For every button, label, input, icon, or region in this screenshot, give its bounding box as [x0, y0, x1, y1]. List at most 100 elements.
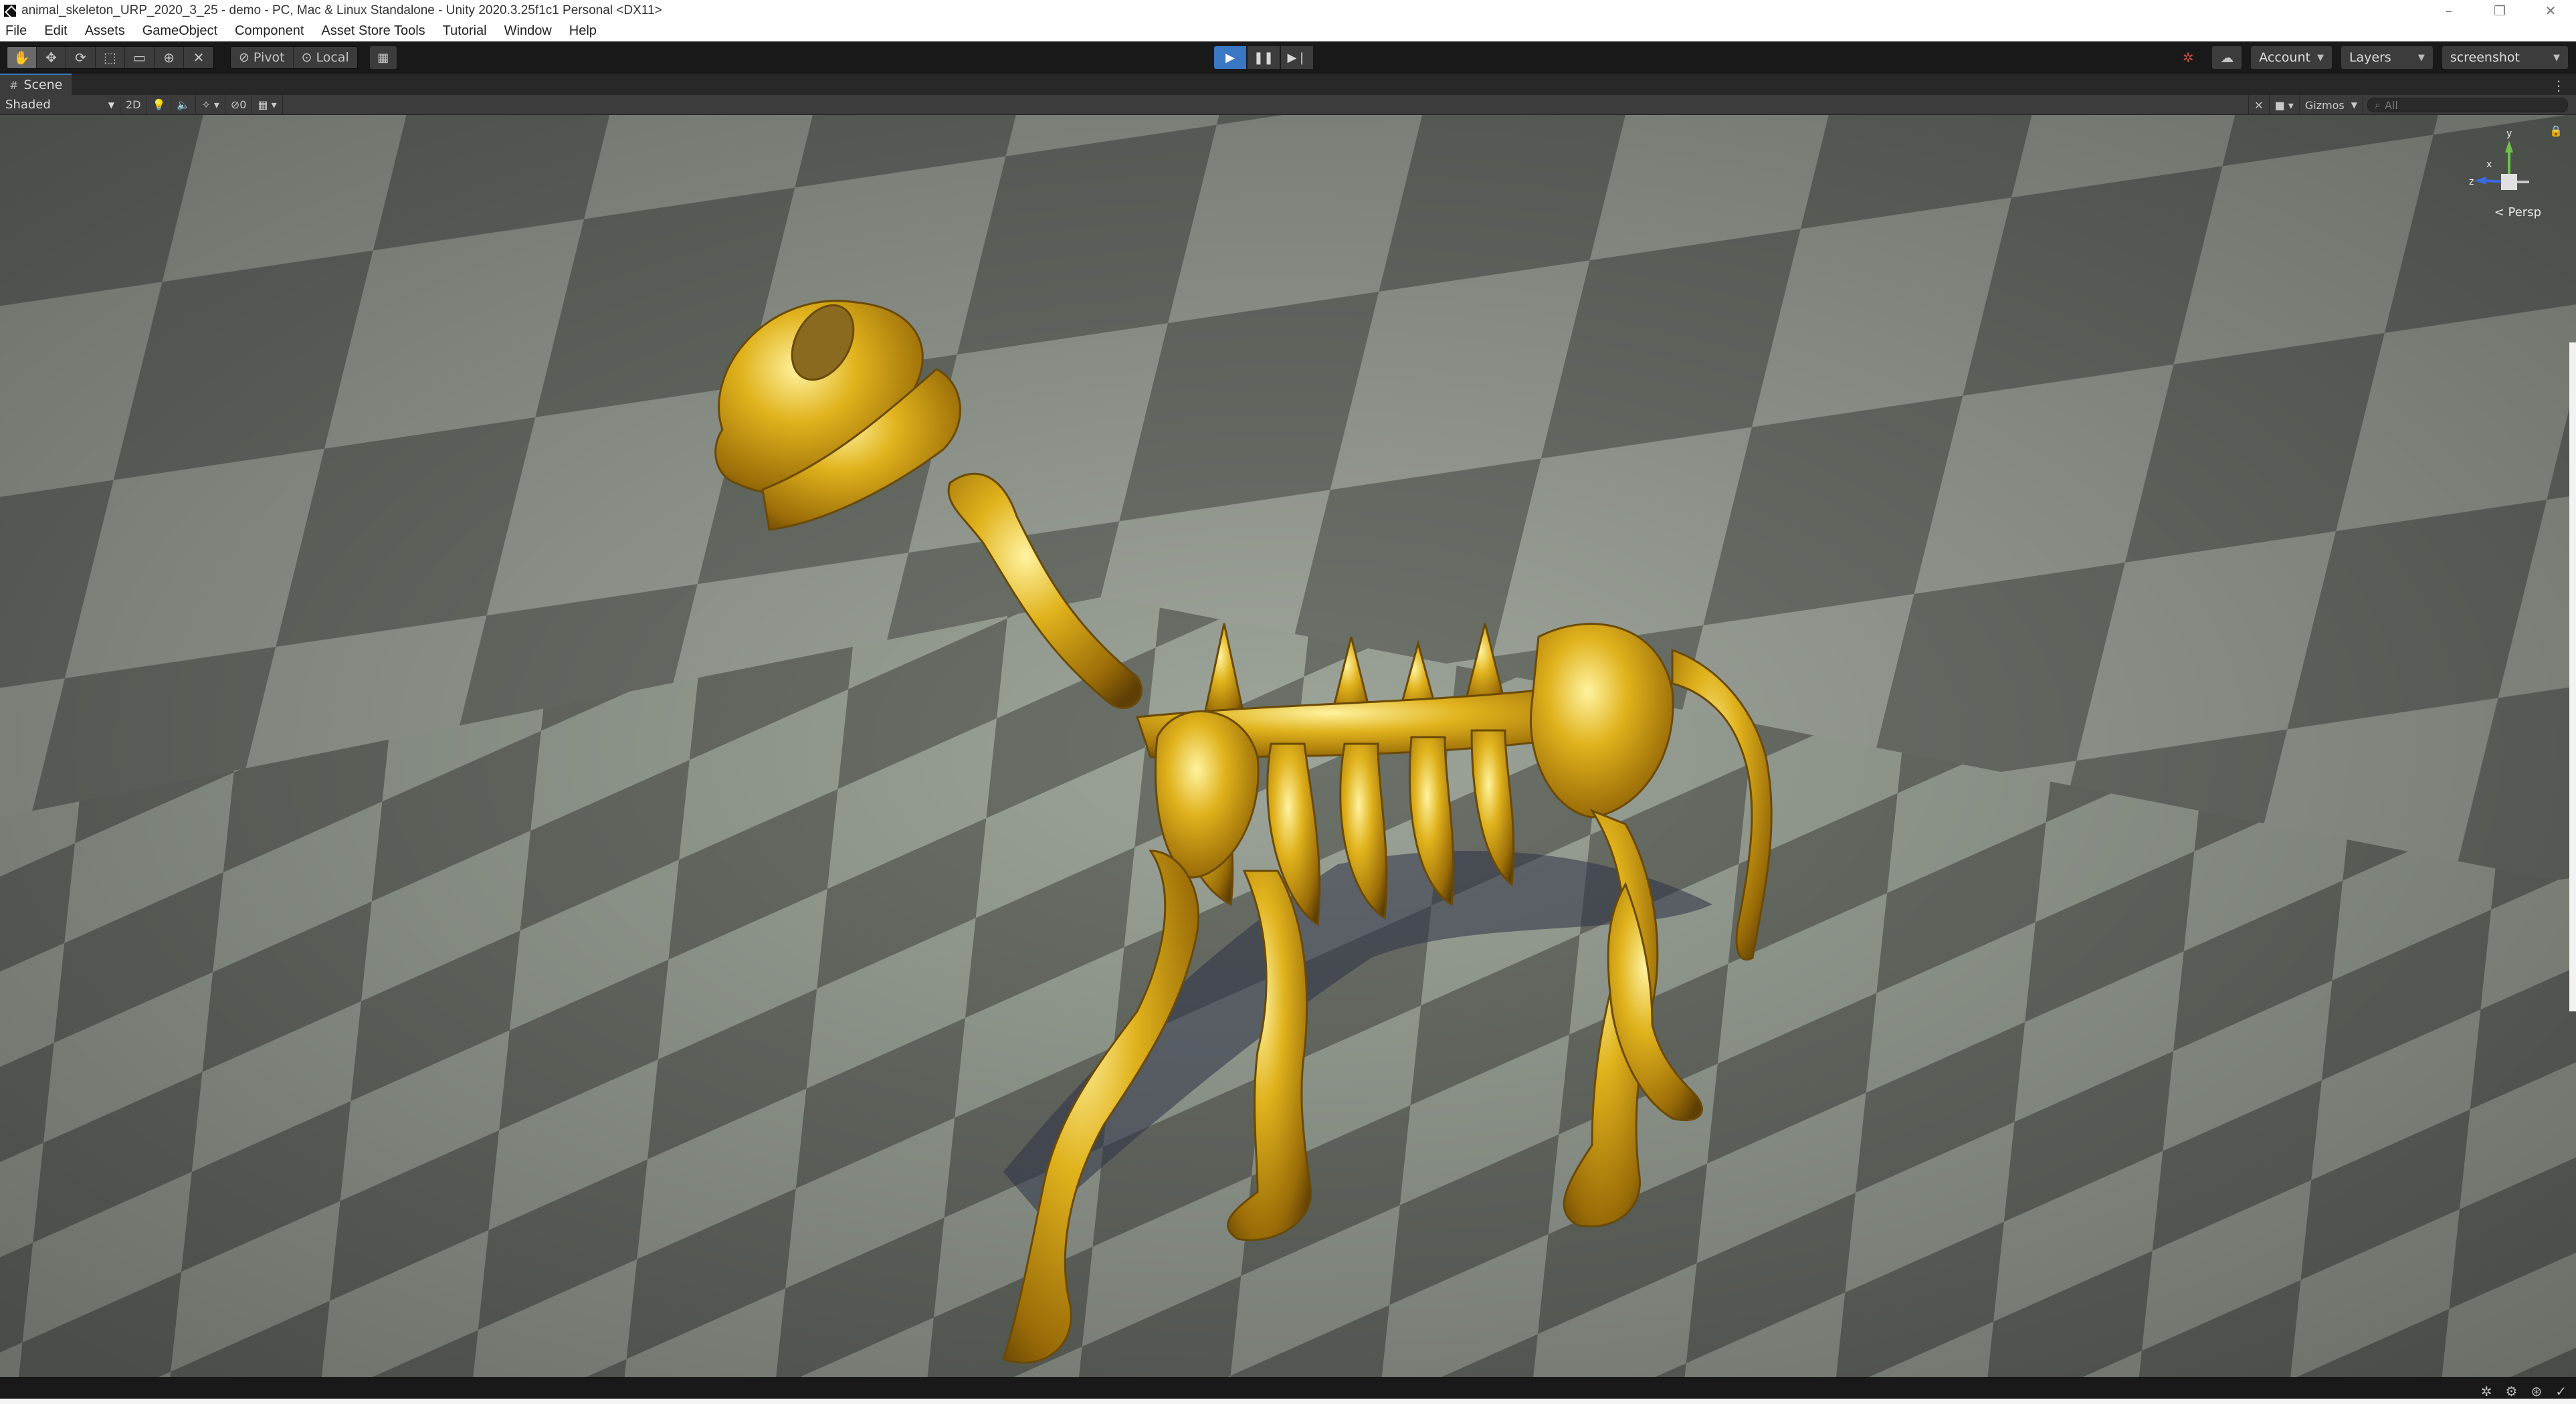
rotate-tool-button[interactable]: ⟳ — [66, 47, 96, 68]
menu-file[interactable]: File — [5, 23, 27, 39]
move-tool-button[interactable]: ✥ — [37, 47, 66, 68]
unity-logo-icon — [4, 5, 16, 17]
check-icon[interactable]: ✓ — [2555, 1383, 2567, 1399]
local-label: Local — [316, 50, 349, 65]
audio-toggle[interactable]: 🔈 — [171, 94, 197, 115]
menu-edit[interactable]: Edit — [44, 23, 67, 39]
menu-assets[interactable]: Assets — [85, 23, 125, 39]
step-button[interactable]: ▶❘ — [1281, 46, 1313, 69]
local-toggle[interactable]: ⊙ Local — [293, 47, 357, 68]
window-controls: – ❐ ✕ — [2423, 0, 2576, 21]
scale-tool-button[interactable]: ⬚ — [96, 47, 125, 68]
menu-gameobject[interactable]: GameObject — [142, 23, 217, 39]
lighting-toggle[interactable]: 💡 — [147, 94, 172, 115]
account-dropdown[interactable]: Account ▼ — [2251, 46, 2332, 69]
layout-label: screenshot — [2450, 50, 2520, 65]
play-button[interactable]: ▶ — [1214, 46, 1246, 69]
grid-icon: ▦ — [377, 50, 389, 65]
rotate-icon: ⟳ — [75, 49, 86, 66]
viewport-scrollbar[interactable] — [2569, 342, 2576, 1011]
pivot-toggle[interactable]: ⊘ Pivot — [231, 47, 294, 68]
rect-icon: ▭ — [133, 49, 146, 66]
main-toolbar: ✋ ✥ ⟳ ⬚ ▭ ⊕ ✕ ⊘ Pivot ⊙ Local ▦ ▶ ❚❚ ▶❘ ✲ … — [0, 41, 2576, 74]
tools-toggle[interactable]: ✕ — [2248, 95, 2270, 115]
scene-viewport[interactable]: y x z 🔒 < Persp — [0, 115, 2576, 1377]
chevron-down-icon: ▼ — [108, 100, 114, 110]
search-placeholder: All — [2384, 98, 2398, 112]
grid-toggle[interactable]: ▦ ▾ — [252, 94, 283, 115]
lock-icon[interactable]: 🔒 — [2549, 124, 2563, 137]
rect-tool-button[interactable]: ▭ — [125, 47, 155, 68]
chevron-down-icon: ▼ — [2553, 52, 2560, 63]
layers-label: Layers — [2349, 50, 2391, 65]
camera-dropdown[interactable]: ■ ▾ — [2270, 95, 2300, 115]
transform-tool-button[interactable]: ⊕ — [155, 47, 184, 68]
search-icon: ⌕ — [2375, 98, 2381, 111]
cloud-icon: ☁ — [2220, 49, 2234, 66]
gizmos-dropdown[interactable]: Gizmos ▼ — [2300, 95, 2363, 115]
menu-asset-store-tools[interactable]: Asset Store Tools — [321, 23, 425, 39]
projection-toggle[interactable]: < Persp — [2494, 205, 2541, 219]
scene-search-input[interactable]: ⌕ All — [2367, 98, 2568, 112]
chevron-down-icon: ▼ — [2351, 100, 2357, 110]
hidden-objects-toggle[interactable]: ⊘ 0 — [225, 94, 253, 115]
scene-toolbar-right: ✕ ■ ▾ Gizmos ▼ ⌕ All — [2248, 95, 2576, 115]
play-controls: ▶ ❚❚ ▶❘ — [1214, 46, 1314, 69]
pause-button[interactable]: ❚❚ — [1248, 46, 1280, 69]
play-icon: ▶ — [1225, 50, 1235, 65]
bug-icon[interactable]: ✲ — [2481, 1383, 2492, 1399]
cloud-button[interactable]: ☁ — [2212, 46, 2242, 69]
step-icon: ▶❘ — [1287, 50, 1307, 65]
collab-button[interactable]: ✲ — [2173, 46, 2203, 69]
grid-icon: ▦ ▾ — [258, 98, 277, 111]
chevron-down-icon: ▼ — [2316, 52, 2324, 63]
pivot-icon: ⊘ — [239, 50, 250, 65]
2d-toggle[interactable]: 2D — [120, 94, 147, 115]
custom-tool-button[interactable]: ✕ — [184, 47, 213, 68]
scale-icon: ⬚ — [104, 49, 116, 66]
diagnostics-icon[interactable]: ⚙ — [2506, 1383, 2518, 1399]
gizmos-label: Gizmos — [2304, 98, 2345, 112]
status-bar: ✲ ⚙ ⊛ ✓ — [0, 1377, 2576, 1404]
menu-component[interactable]: Component — [235, 23, 304, 39]
layout-dropdown[interactable]: screenshot ▼ — [2442, 46, 2568, 69]
shading-mode-dropdown[interactable]: Shaded ▼ — [0, 94, 120, 115]
pivot-local-group: ⊘ Pivot ⊙ Local — [230, 46, 358, 69]
menu-help[interactable]: Help — [569, 23, 597, 39]
close-button[interactable]: ✕ — [2525, 0, 2576, 21]
local-icon: ⊙ — [301, 50, 312, 65]
network-icon[interactable]: ⊛ — [2531, 1383, 2542, 1399]
menu-bar: File Edit Assets GameObject Component As… — [0, 21, 2576, 41]
window-title: animal_skeleton_URP_2020_3_25 - demo - P… — [21, 3, 662, 17]
tab-menu-icon[interactable]: ⋮ — [2552, 78, 2565, 94]
grid-snap-button[interactable]: ▦ — [369, 46, 397, 69]
pivot-label: Pivot — [253, 50, 285, 65]
orientation-gizmo[interactable]: y x z — [2469, 128, 2549, 235]
collab-icon: ✲ — [2182, 49, 2194, 66]
menu-window[interactable]: Window — [504, 23, 552, 39]
speaker-icon: 🔈 — [177, 98, 191, 111]
gizmo-z-label: z — [2469, 177, 2474, 187]
eye-slash-icon: ⊘ — [230, 98, 240, 111]
toolbar-right: ✲ ☁ Account ▼ Layers ▼ screenshot ▼ — [2173, 46, 2568, 69]
transform-icon: ⊕ — [163, 49, 175, 66]
pause-icon: ❚❚ — [1253, 50, 1274, 65]
2d-label: 2D — [126, 98, 141, 111]
effects-dropdown[interactable]: ✧ ▾ — [196, 94, 225, 115]
hidden-count: 0 — [239, 98, 247, 111]
effects-icon: ✧ ▾ — [201, 98, 219, 111]
hand-tool-button[interactable]: ✋ — [7, 47, 37, 68]
title-bar: animal_skeleton_URP_2020_3_25 - demo - P… — [0, 0, 2576, 21]
minimize-button[interactable]: – — [2423, 0, 2474, 21]
custom-tool-icon: ✕ — [193, 49, 205, 66]
camera-icon: ■ ▾ — [2274, 98, 2294, 112]
tools-icon: ✕ — [2254, 98, 2264, 112]
menu-tutorial[interactable]: Tutorial — [443, 23, 487, 39]
layers-dropdown[interactable]: Layers ▼ — [2341, 46, 2433, 69]
restore-button[interactable]: ❐ — [2474, 0, 2525, 21]
scene-render — [0, 115, 2576, 1377]
chevron-down-icon: ▼ — [2417, 52, 2425, 63]
scene-tab-bar: # Scene ⋮ — [0, 74, 2576, 95]
tab-scene[interactable]: # Scene — [0, 74, 72, 95]
shading-mode-label: Shaded — [5, 98, 51, 112]
